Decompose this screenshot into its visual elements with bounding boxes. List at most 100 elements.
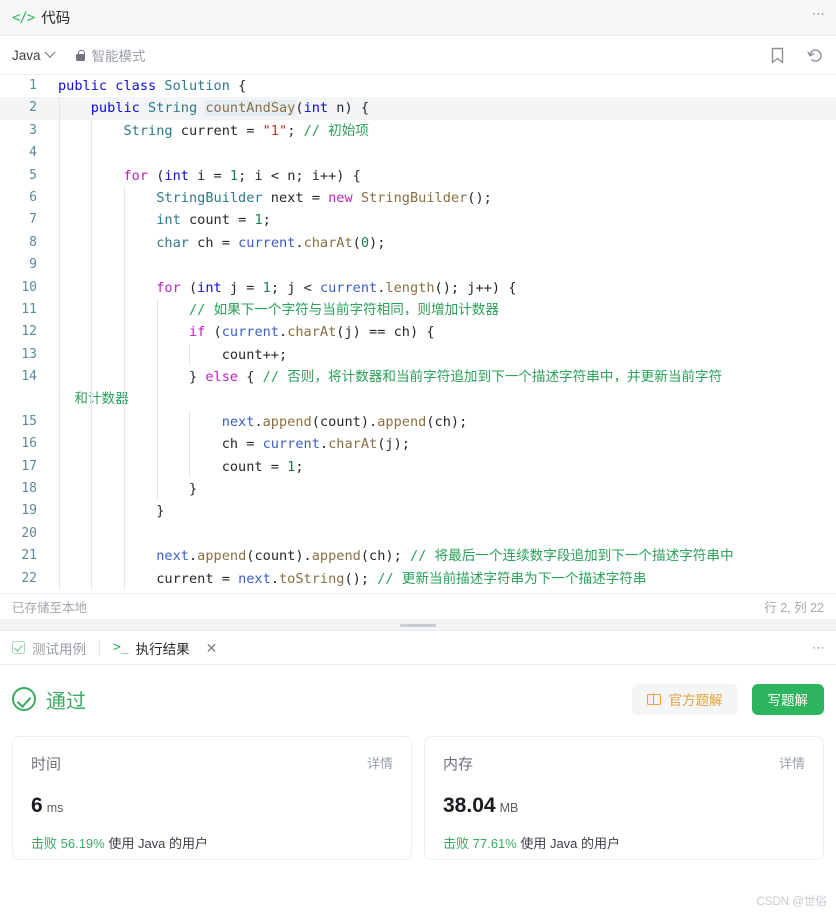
save-status: 已存储至本地 bbox=[12, 601, 88, 615]
code-editor[interactable]: 1 public class Solution {2 public String … bbox=[0, 75, 836, 593]
result-more-menu[interactable]: ⋯ bbox=[812, 641, 826, 654]
code-line[interactable]: 2 public String countAndSay(int n) { bbox=[0, 97, 836, 120]
line-number: 12 bbox=[21, 324, 37, 340]
code-line[interactable]: 1 public class Solution { bbox=[0, 75, 836, 97]
indent-guide bbox=[189, 410, 191, 434]
smart-mode-toggle[interactable]: 智能模式 bbox=[75, 45, 146, 65]
write-solution-button[interactable]: 写题解 bbox=[751, 683, 824, 715]
code-line[interactable]: 12 if (current.charAt(j) == ch) { bbox=[0, 321, 836, 344]
indent-guide bbox=[58, 522, 60, 546]
code-line[interactable]: 10 for (int j = 1; j < current.length();… bbox=[0, 276, 836, 299]
code-text: int count = 1; bbox=[156, 212, 271, 229]
code-lines[interactable]: 1 public class Solution {2 public String … bbox=[0, 75, 836, 590]
indent-guide bbox=[91, 366, 93, 411]
tab-testcase[interactable]: 测试用例 bbox=[12, 638, 86, 658]
indent-guide bbox=[91, 164, 93, 187]
reset-icon[interactable] bbox=[807, 47, 824, 64]
indent-guide bbox=[58, 321, 60, 344]
line-number: 10 bbox=[21, 279, 37, 295]
indent-guide bbox=[58, 343, 60, 367]
tab-execution-result[interactable]: >_ 执行结果 ✕ bbox=[113, 638, 217, 658]
code-text: } bbox=[188, 481, 198, 498]
line-number: 21 bbox=[21, 548, 37, 564]
code-line[interactable]: 3 String current = "1"; // 初始项 bbox=[0, 119, 836, 143]
indent-guide bbox=[58, 186, 60, 210]
verdict-actions: 官方题解 写题解 bbox=[631, 683, 824, 715]
panel-splitter[interactable] bbox=[0, 619, 836, 631]
stat-card-value: 38.04 MB bbox=[443, 794, 805, 818]
stat-value-unit: MB bbox=[499, 801, 519, 815]
header-more-menu[interactable]: ⋯ bbox=[812, 7, 826, 20]
indent-guide bbox=[123, 545, 125, 568]
page-title: </> 代码 bbox=[12, 7, 70, 28]
code-line[interactable]: 8 char ch = current.charAt(0); bbox=[0, 231, 836, 255]
stat-card-detail-link[interactable]: 详情 bbox=[367, 753, 393, 772]
book-icon bbox=[646, 693, 661, 705]
code-line[interactable]: 11 // 如果下一个字符与当前字符相同，则增加计数器 bbox=[0, 298, 836, 322]
stat-card-head: 时间 bbox=[31, 753, 393, 774]
line-number: 11 bbox=[21, 301, 37, 317]
code-line[interactable]: 5 for (int i = 1; i < n; i++) { bbox=[0, 164, 836, 187]
indent-guide bbox=[189, 455, 191, 479]
code-line[interactable]: 18 } bbox=[0, 478, 836, 501]
code-line[interactable]: 9 bbox=[0, 254, 836, 277]
indent-guide bbox=[91, 186, 93, 210]
code-line[interactable]: 6 StringBuilder next = new StringBuilder… bbox=[0, 186, 836, 210]
stat-card-detail-link[interactable]: 详情 bbox=[779, 753, 805, 772]
code-text: next.append(count).append(ch); // 将最后一个连… bbox=[156, 548, 734, 565]
indent-guide bbox=[91, 455, 93, 479]
official-solution-button[interactable]: 官方题解 bbox=[631, 683, 738, 715]
indent-guide bbox=[156, 298, 158, 322]
code-text: count++; bbox=[221, 346, 288, 363]
code-line[interactable]: 14 } else { // 否则，将计数器和当前字符追加到下一个描述字符串中，… bbox=[0, 366, 836, 411]
checkbox-icon bbox=[12, 641, 25, 654]
close-icon[interactable]: ✕ bbox=[206, 641, 218, 655]
stat-card-title: 内存 bbox=[443, 756, 474, 773]
tab-divider bbox=[99, 640, 100, 655]
code-line[interactable]: 16 ch = current.charAt(j); bbox=[0, 433, 836, 456]
lock-icon bbox=[75, 49, 85, 61]
stat-card-title: 时间 bbox=[31, 756, 62, 773]
code-line[interactable]: 20 bbox=[0, 522, 836, 546]
code-line[interactable]: 17 count = 1; bbox=[0, 455, 836, 479]
code-text: current = next.toString(); // 更新当前描述字符串为… bbox=[156, 570, 647, 587]
code-line[interactable]: 22 current = next.toString(); // 更新当前描述字… bbox=[0, 567, 836, 590]
result-panel: 通过 官方题解 写题解 时间 详情 6 ms 击败 56.19% 使用 Java 的用户… bbox=[0, 665, 836, 915]
stat-value-number: 38.04 bbox=[443, 794, 496, 817]
stat-cards: 时间 详情 6 ms 击败 56.19% 使用 Java 的用户 内存 详情 38.04 MB 击… bbox=[12, 736, 824, 860]
terminal-icon: >_ bbox=[113, 640, 129, 655]
bookmark-icon[interactable] bbox=[770, 47, 785, 64]
indent-guide bbox=[91, 500, 93, 523]
code-line[interactable]: 21 next.append(count).append(ch); // 将最后… bbox=[0, 545, 836, 568]
indent-guide bbox=[156, 410, 158, 434]
check-circle-icon bbox=[12, 687, 36, 711]
indent-guide bbox=[156, 343, 158, 367]
indent-guide bbox=[123, 254, 125, 277]
indent-guide bbox=[123, 366, 125, 411]
line-number: 8 bbox=[29, 234, 37, 250]
indent-guide bbox=[58, 478, 60, 501]
indent-guide bbox=[156, 455, 158, 479]
code-line[interactable]: 7 int count = 1; bbox=[0, 209, 836, 232]
language-selector[interactable]: Java bbox=[12, 46, 56, 63]
code-line[interactable]: 19 } bbox=[0, 500, 836, 523]
indent-guide bbox=[91, 567, 93, 590]
line-number: 20 bbox=[21, 525, 37, 541]
indent-guide bbox=[156, 366, 158, 411]
indent-guide bbox=[58, 231, 60, 255]
code-text: for (int i = 1; i < n; i++) { bbox=[123, 167, 361, 184]
beat-percent: 77.61% bbox=[472, 836, 517, 851]
editor-status-bar: 已存储至本地 行 2, 列 22 bbox=[0, 593, 836, 619]
code-line[interactable]: 15 next.append(count).append(ch); bbox=[0, 410, 836, 434]
indent-guide bbox=[58, 545, 60, 568]
indent-guide bbox=[91, 321, 93, 344]
code-line[interactable]: 13 count++; bbox=[0, 343, 836, 367]
code-text: String current = "1"; // 初始项 bbox=[123, 122, 369, 139]
indent-guide bbox=[91, 433, 93, 456]
stat-card: 内存 详情 38.04 MB 击败 77.61% 使用 Java 的用户 bbox=[424, 736, 824, 860]
stat-value-unit: ms bbox=[46, 801, 64, 815]
indent-guide bbox=[58, 97, 60, 120]
code-line[interactable]: 4 bbox=[0, 142, 836, 165]
stat-card-beats: 击败 56.19% 使用 Java 的用户 bbox=[31, 833, 393, 852]
stat-card-head: 内存 bbox=[443, 753, 805, 774]
